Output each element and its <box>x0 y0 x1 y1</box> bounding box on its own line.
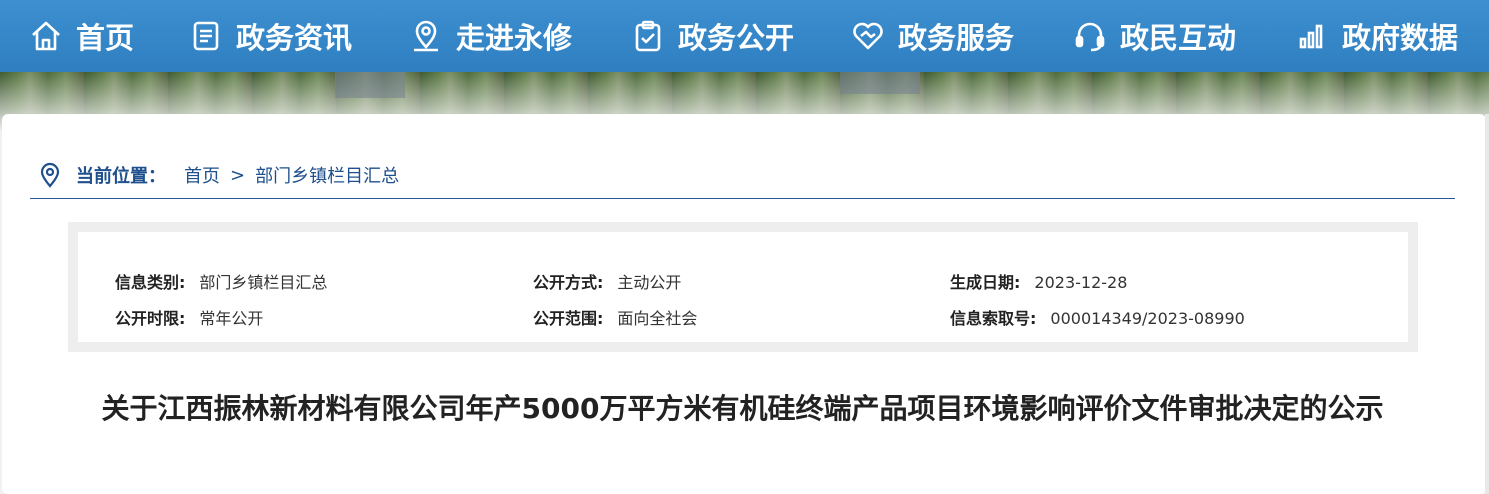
divider <box>30 198 1455 199</box>
meta-key: 信息类别: <box>115 273 186 292</box>
nav-item-data[interactable]: 政府数据 <box>1294 0 1458 72</box>
headset-icon <box>1072 18 1108 54</box>
info-meta-inner: 信息类别: 部门乡镇栏目汇总 公开方式: 主动公开 生成日期: 2023-12-28 … <box>78 232 1408 342</box>
breadcrumb-label: 当前位置： <box>76 166 166 187</box>
meta-value: 000014349/2023-08990 <box>1050 309 1245 328</box>
breadcrumb: 当前位置： 首页 > 部门乡镇栏目汇总 <box>38 160 399 190</box>
nav-item-label: 走进永修 <box>456 21 573 55</box>
nav-item-label: 政务服务 <box>898 21 1015 55</box>
location-icon <box>408 18 444 54</box>
nav-item-label: 首页 <box>76 21 135 55</box>
meta-key: 公开时限: <box>115 309 186 328</box>
breadcrumb-home-link[interactable]: 首页 <box>184 162 220 188</box>
document-icon <box>188 18 224 54</box>
scrollbar[interactable] <box>1485 114 1489 494</box>
nav-item-services[interactable]: 政务服务 <box>850 0 1014 72</box>
nav-item-label: 政府数据 <box>1342 21 1459 55</box>
meta-period: 公开时限: 常年公开 <box>115 305 263 329</box>
meta-key: 公开范围: <box>533 309 604 328</box>
meta-value: 部门乡镇栏目汇总 <box>199 273 328 292</box>
nav-item-about[interactable]: 走进永修 <box>408 0 572 72</box>
meta-key: 生成日期: <box>950 273 1021 292</box>
nav-item-interaction[interactable]: 政民互动 <box>1072 0 1236 72</box>
article-title: 关于江西振林新材料有限公司年产5000万平方米有机硅终端产品项目环境影响评价文件… <box>101 392 1384 425</box>
nav-item-home[interactable]: 首页 <box>28 0 134 72</box>
meta-value: 常年公开 <box>199 309 264 328</box>
nav-item-label: 政民互动 <box>1120 21 1237 55</box>
top-nav-bar: 首页 政务资讯 走进永修 政务公开 政务服务 政民互动 政府数据 <box>0 0 1489 72</box>
meta-value: 主动公开 <box>617 273 682 292</box>
nav-item-open-gov[interactable]: 政务公开 <box>630 0 794 72</box>
banner-building <box>840 72 920 94</box>
meta-key: 公开方式: <box>533 273 604 292</box>
meta-category: 信息类别: 部门乡镇栏目汇总 <box>115 269 327 293</box>
meta-index-number: 信息索取号: 000014349/2023-08990 <box>950 305 1245 329</box>
clipboard-check-icon <box>630 18 666 54</box>
home-icon <box>28 18 64 54</box>
location-pin-icon <box>40 162 60 188</box>
breadcrumb-separator: > <box>230 164 246 186</box>
nav-item-label: 政务资讯 <box>236 21 353 55</box>
meta-method: 公开方式: 主动公开 <box>533 269 681 293</box>
meta-date: 生成日期: 2023-12-28 <box>950 269 1127 293</box>
meta-scope: 公开范围: 面向全社会 <box>533 305 697 329</box>
banner-building <box>335 72 405 98</box>
breadcrumb-current-link[interactable]: 部门乡镇栏目汇总 <box>255 162 399 188</box>
meta-value: 面向全社会 <box>617 309 698 328</box>
meta-key: 信息索取号: <box>950 309 1037 328</box>
nav-item-label: 政务公开 <box>678 21 795 55</box>
nav-item-news[interactable]: 政务资讯 <box>188 0 352 72</box>
bar-chart-icon <box>1294 18 1330 54</box>
handshake-heart-icon <box>850 18 886 54</box>
meta-value: 2023-12-28 <box>1034 273 1128 292</box>
info-meta-box: 信息类别: 部门乡镇栏目汇总 公开方式: 主动公开 生成日期: 2023-12-28 … <box>68 222 1418 352</box>
